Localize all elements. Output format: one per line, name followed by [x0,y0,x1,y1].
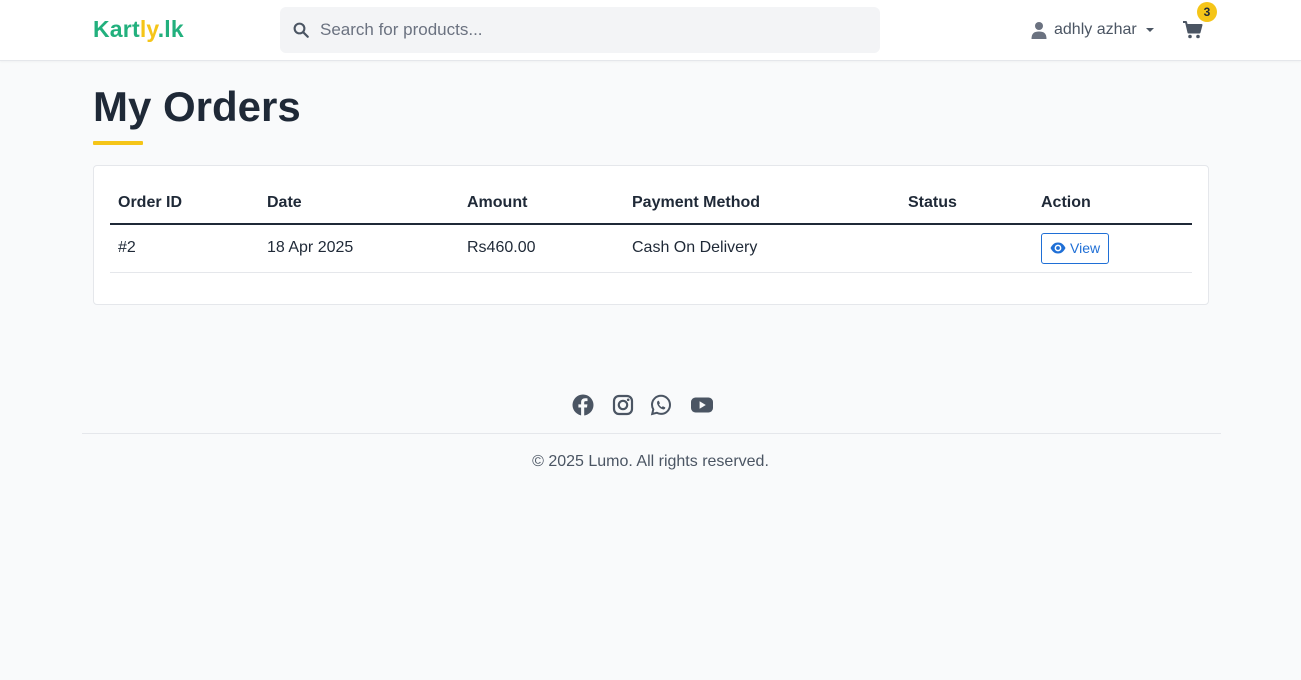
brand-logo-part-2: ly [139,16,158,42]
whatsapp-icon[interactable] [650,394,672,416]
order-date-cell: 18 Apr 2025 [259,224,459,273]
brand-logo-part-3: .lk [157,16,184,42]
brand-logo[interactable]: Kartly.lk [93,16,184,43]
column-header-action: Action [1033,182,1192,225]
status-cell [900,224,1033,273]
user-name: adhly azhar [1054,21,1137,38]
table-row: #2 18 Apr 2025 Rs460.00 Cash On Delivery… [110,224,1192,273]
search-input[interactable] [320,7,870,53]
orders-card: Order ID Date Amount Payment Method Stat… [93,165,1209,305]
brand-logo-part-1: Kart [93,16,140,42]
view-order-button[interactable]: View [1041,232,1110,264]
column-header-payment-method: Payment Method [624,182,900,225]
caret-down-icon [1145,28,1154,32]
column-header-amount: Amount [459,182,624,225]
view-button-label: View [1070,240,1101,257]
title-underline [93,141,143,145]
youtube-icon[interactable] [690,394,714,416]
cart-icon[interactable] [1182,20,1204,40]
cart-count-badge: 3 [1197,2,1217,22]
top-navbar: Kartly.lk adhly azhar 3 [0,0,1301,61]
copyright-text: © 2025 Lumo. All rights reserved. [532,453,769,470]
social-links [0,394,1301,418]
order-amount-cell: Rs460.00 [459,224,624,273]
search-bar [280,7,880,53]
table-header-row: Order ID Date Amount Payment Method Stat… [110,182,1192,225]
column-header-order-id: Order ID [110,182,259,225]
payment-method-cell: Cash On Delivery [624,224,900,273]
action-cell: View [1033,224,1192,273]
user-menu-toggle[interactable]: adhly azhar [1031,18,1154,42]
footer-divider [82,433,1221,434]
eye-icon [1050,242,1066,254]
facebook-icon[interactable] [572,394,594,416]
column-header-status: Status [900,182,1033,225]
order-id-cell: #2 [110,224,259,273]
page-title: My Orders [93,83,301,130]
search-icon [293,22,309,38]
user-icon [1031,22,1047,39]
column-header-date: Date [259,182,459,225]
orders-table: Order ID Date Amount Payment Method Stat… [110,182,1192,273]
instagram-icon[interactable] [612,394,634,416]
